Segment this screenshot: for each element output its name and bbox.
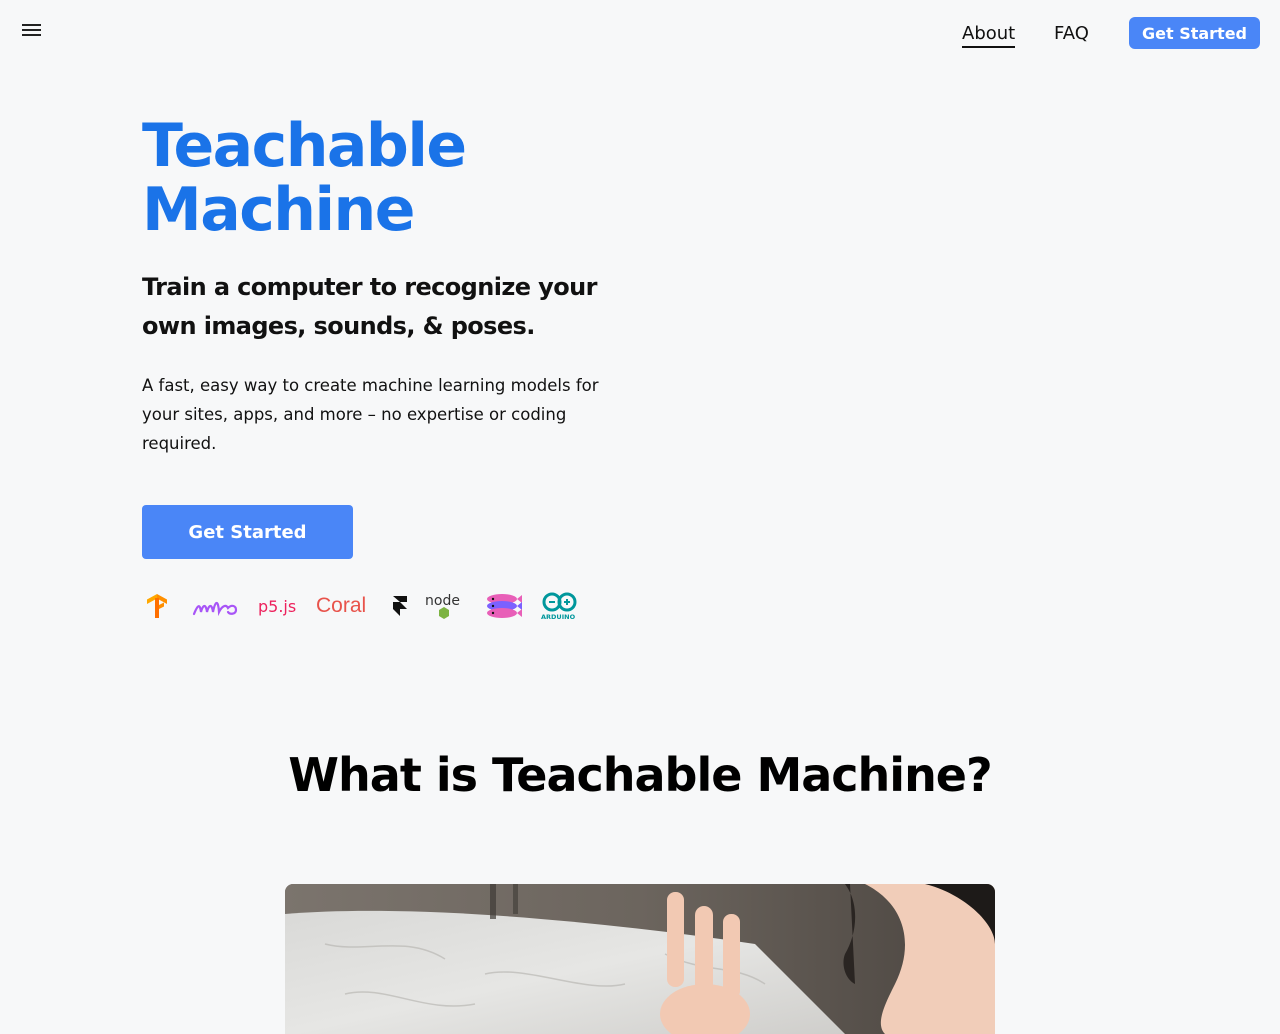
nav-link-faq[interactable]: FAQ	[1054, 22, 1089, 46]
hero-title-line1: Teachable	[142, 111, 467, 181]
arduino-logo[interactable]: ARDUINO	[540, 588, 580, 624]
hero-get-started-button[interactable]: Get Started	[142, 505, 353, 559]
coral-logo[interactable]: Coral	[316, 588, 366, 624]
hamburger-menu-icon[interactable]	[22, 24, 42, 40]
hero-title-line2: Machine	[142, 175, 415, 245]
demo-video-frame-image	[285, 884, 995, 1034]
header-get-started-button[interactable]: Get Started	[1129, 17, 1260, 49]
ml5-icon: ml5	[192, 594, 238, 617]
node-icon: node	[425, 593, 460, 619]
p5js-logo[interactable]: p5.js	[258, 588, 296, 624]
glitch-fish-icon	[487, 594, 522, 618]
demo-video[interactable]	[285, 884, 995, 1034]
arduino-icon: ARDUINO	[541, 592, 577, 621]
glitch-logo[interactable]	[484, 588, 522, 624]
ml5-logo[interactable]: ml5	[192, 588, 240, 624]
coral-text: Coral	[316, 594, 367, 617]
node-text: node	[425, 593, 460, 609]
node-logo[interactable]: node	[424, 588, 468, 624]
p5js-text: p5.js	[258, 596, 297, 616]
hero-subtitle: Train a computer to recognize your own i…	[142, 273, 597, 340]
framer-icon	[393, 596, 407, 616]
tensorflow-logo[interactable]	[146, 588, 168, 624]
tensorflow-icon	[147, 594, 167, 618]
arduino-text: ARDUINO	[541, 613, 576, 621]
nav-link-about[interactable]: About	[962, 22, 1016, 48]
hero-description: A fast, easy way to create machine learn…	[142, 376, 599, 453]
hero-title: Teachable Machine	[142, 114, 642, 242]
what-is-section-title: What is Teachable Machine?	[288, 748, 992, 802]
framer-logo[interactable]	[392, 588, 408, 624]
ml5-text: ml5	[192, 594, 222, 598]
